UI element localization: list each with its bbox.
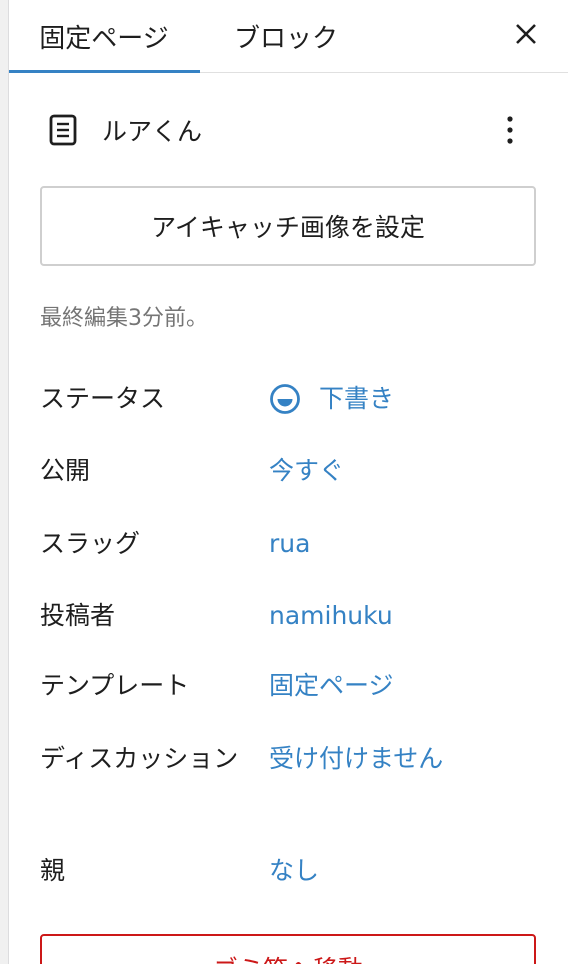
- more-options-button[interactable]: [490, 108, 530, 152]
- tab-block[interactable]: ブロック: [199, 0, 369, 72]
- sidebar-tabs: 固定ページ ブロック: [9, 0, 568, 73]
- close-icon: [516, 24, 536, 44]
- publish-label: 公開: [40, 456, 91, 485]
- author-label: 投稿者: [40, 601, 116, 630]
- parent-value[interactable]: なし: [269, 852, 319, 890]
- more-vertical-icon: [507, 116, 513, 144]
- page-icon: [48, 113, 78, 147]
- settings-sidebar: 固定ページ ブロック ルアくん アイキャッチ画像を設定 最終編集3分前。 ステー…: [0, 0, 568, 964]
- discussion-value[interactable]: 受け付けません: [269, 740, 443, 778]
- tab-page[interactable]: 固定ページ: [9, 0, 199, 72]
- author-value[interactable]: namihuku: [269, 597, 393, 635]
- set-featured-image-button[interactable]: アイキャッチ画像を設定: [40, 186, 536, 266]
- sidebar-left-edge: [0, 0, 9, 964]
- move-to-trash-button[interactable]: ゴミ箱へ移動: [40, 934, 536, 964]
- parent-label: 親: [40, 856, 66, 885]
- page-title-row: ルアくん: [40, 106, 530, 154]
- discussion-label: ディスカッション: [40, 744, 239, 773]
- publish-value[interactable]: 今すぐ: [269, 452, 344, 490]
- draft-status-icon: [269, 383, 301, 415]
- close-button[interactable]: [504, 12, 548, 56]
- tab-block-label: ブロック: [234, 23, 339, 54]
- status-value: 下書き: [319, 384, 395, 413]
- status-toggle[interactable]: 下書き: [269, 380, 394, 418]
- active-tab-indicator: [9, 70, 200, 73]
- slug-value[interactable]: rua: [269, 525, 310, 563]
- tab-page-label: 固定ページ: [39, 23, 169, 54]
- slug-label: スラッグ: [40, 529, 141, 558]
- page-title: ルアくん: [102, 117, 203, 146]
- template-label: テンプレート: [40, 671, 190, 700]
- last-edited-text: 最終編集3分前。: [40, 306, 208, 331]
- template-value[interactable]: 固定ページ: [269, 667, 394, 705]
- status-label: ステータス: [40, 384, 166, 413]
